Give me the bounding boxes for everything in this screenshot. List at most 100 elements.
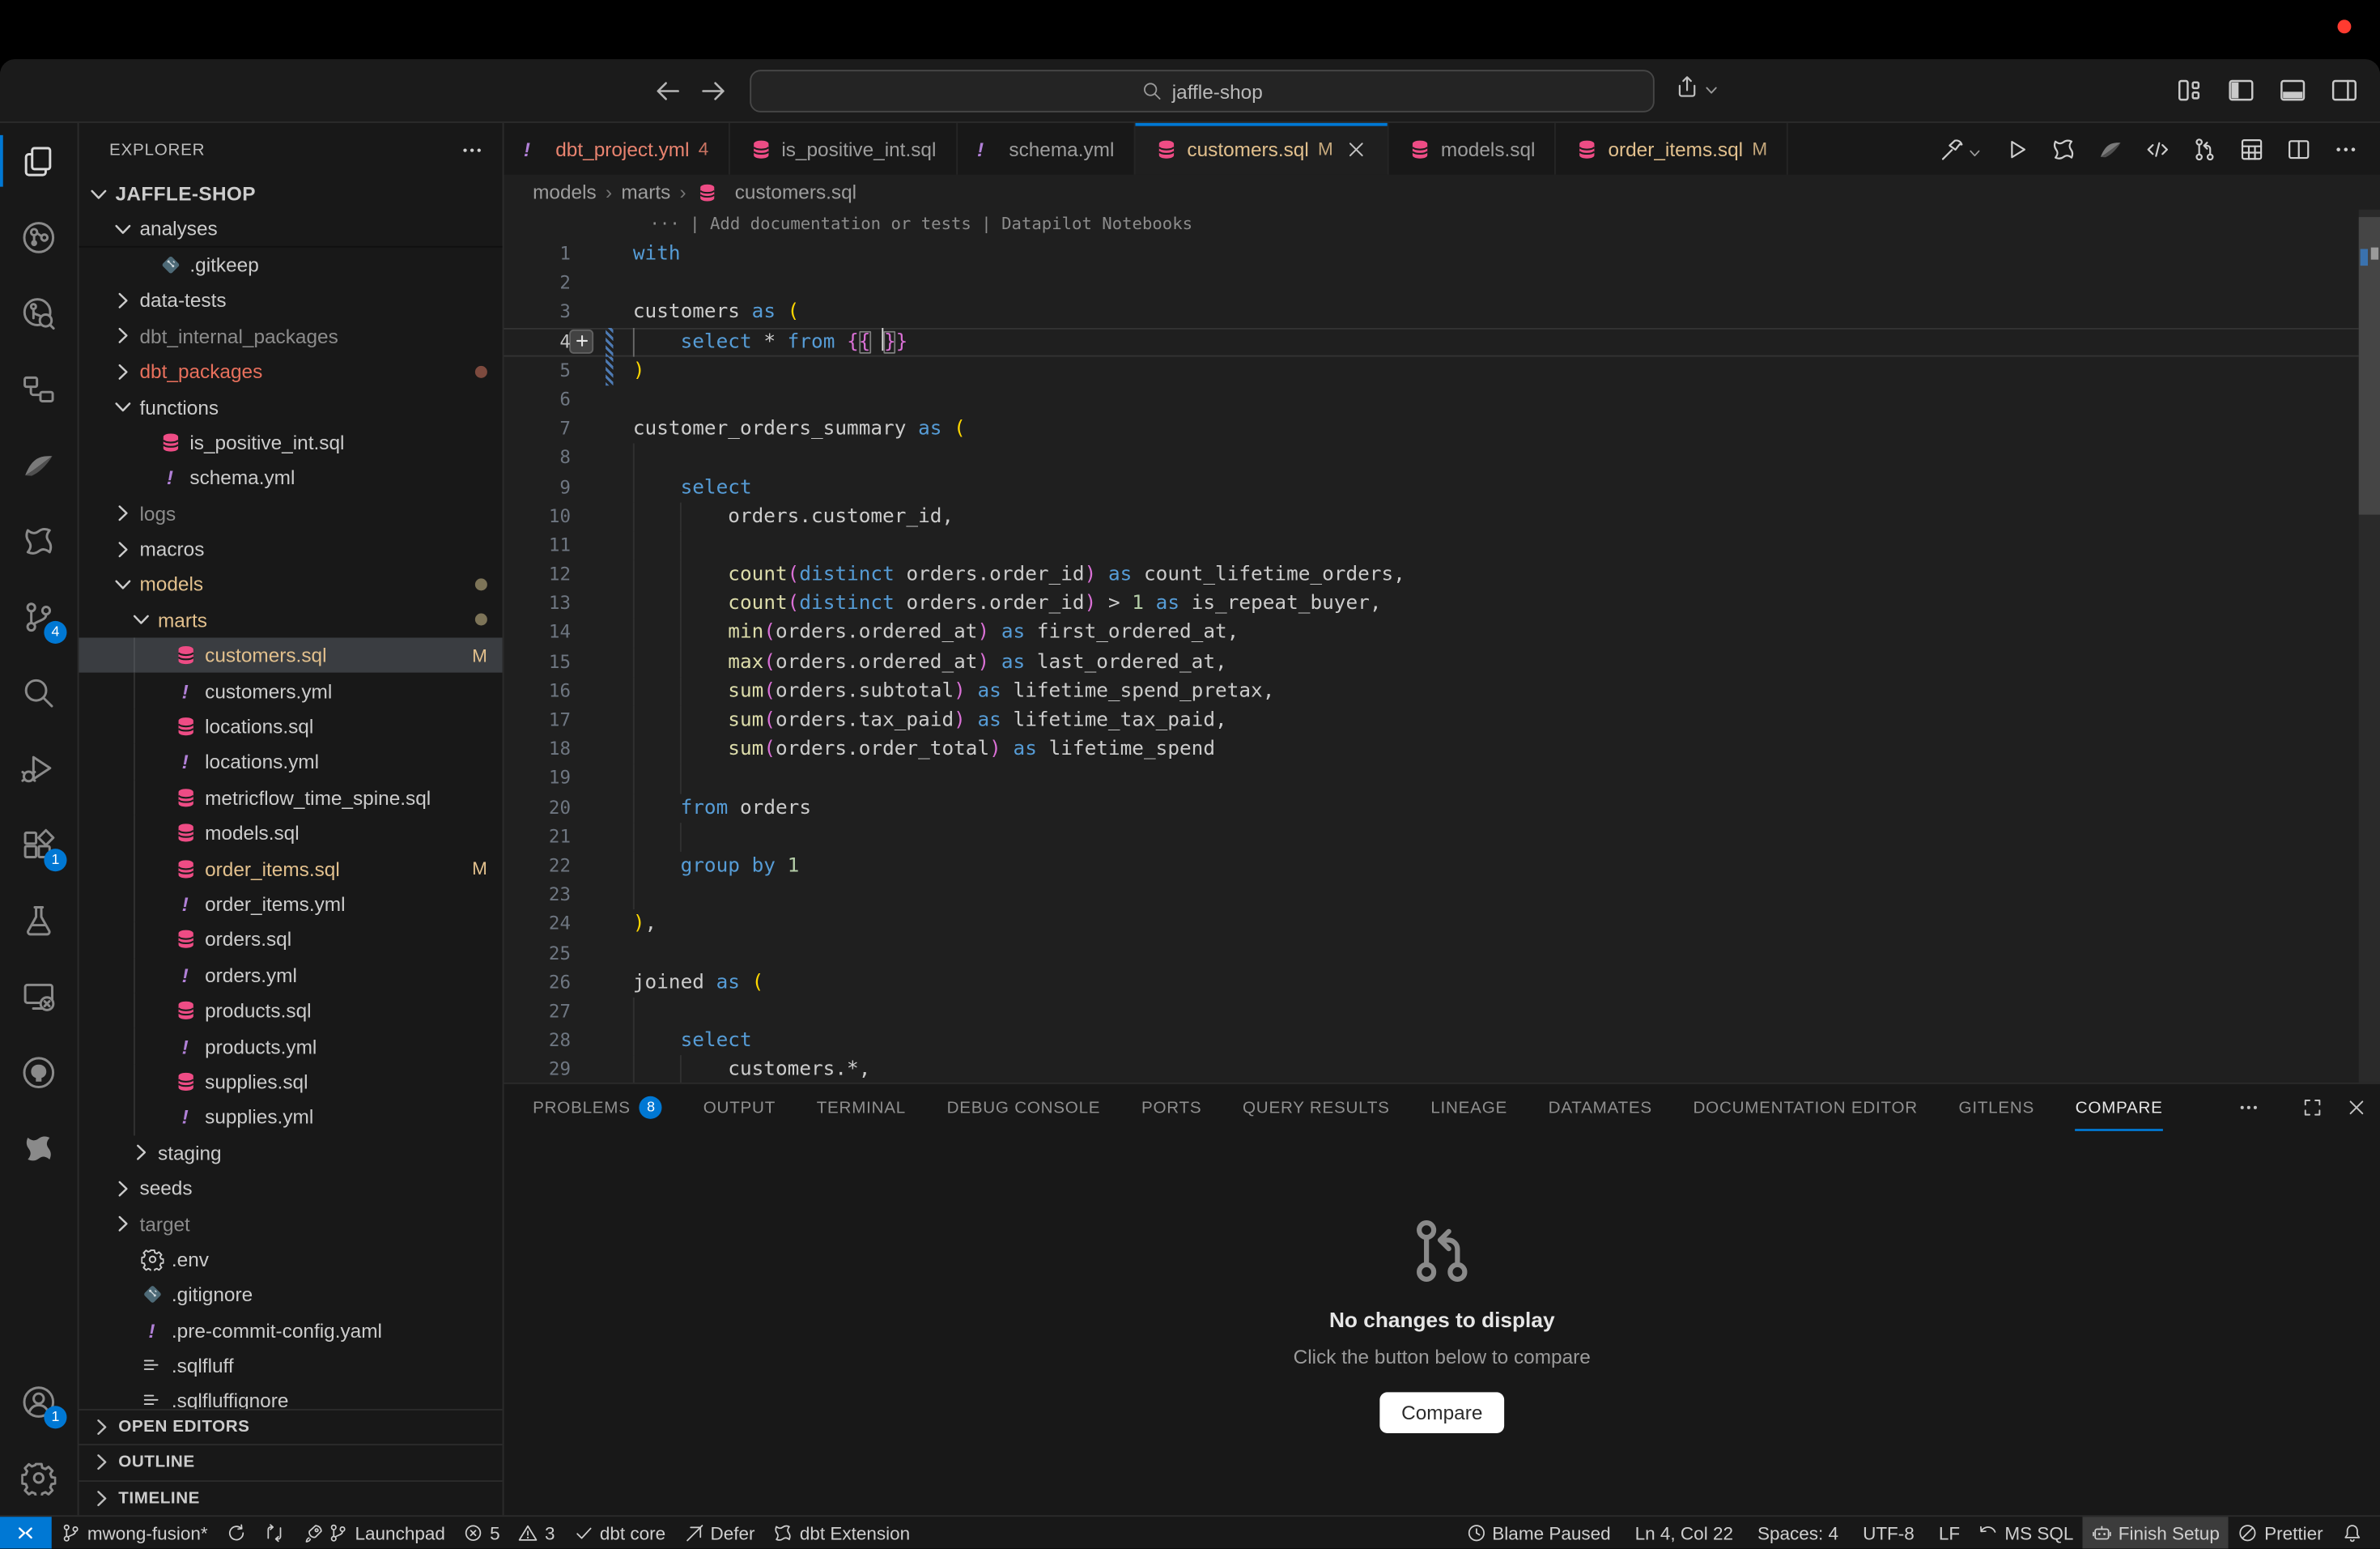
- forward-button[interactable]: [699, 76, 729, 107]
- tree-item[interactable]: ! orders.yml: [79, 957, 503, 993]
- panel-tab[interactable]: QUERY RESULTS: [1243, 1084, 1390, 1131]
- tree-item[interactable]: customers.sql M: [79, 638, 503, 674]
- compare-button[interactable]: Compare: [1380, 1391, 1504, 1432]
- tree-item[interactable]: JAFFLE-SHOP: [79, 177, 503, 212]
- tree-item[interactable]: dbt_packages: [79, 354, 503, 389]
- sync-status[interactable]: [217, 1517, 256, 1548]
- editor-tab[interactable]: models.sql: [1389, 123, 1557, 175]
- tree-item[interactable]: models: [79, 567, 503, 602]
- editor-scrollbar[interactable]: [2359, 210, 2380, 1083]
- tree-item[interactable]: dbt_internal_packages: [79, 318, 503, 354]
- warnings-status[interactable]: 3: [509, 1517, 564, 1548]
- tree-item[interactable]: ! locations.yml: [79, 744, 503, 780]
- notifications[interactable]: [2332, 1517, 2371, 1548]
- back-button[interactable]: [652, 76, 683, 107]
- tree-item[interactable]: staging: [79, 1135, 503, 1171]
- customize-layout-icon[interactable]: [2175, 76, 2204, 105]
- sidebar-more-actions[interactable]: [460, 138, 484, 162]
- activity-settings[interactable]: [0, 1440, 78, 1516]
- codelens-actions[interactable]: ··· | Add documentation or tests | Datap…: [650, 214, 1193, 233]
- run-action[interactable]: [2004, 136, 2029, 162]
- breadcrumb-file[interactable]: customers.sql: [695, 180, 856, 204]
- errors-status[interactable]: 5: [454, 1517, 509, 1548]
- panel-tab[interactable]: PORTS: [1141, 1084, 1201, 1131]
- tree-item[interactable]: metricflow_time_spine.sql: [79, 780, 503, 815]
- tree-item[interactable]: target: [79, 1206, 503, 1241]
- sidebar-section-header[interactable]: TIMELINE: [79, 1479, 503, 1515]
- tree-item[interactable]: ! .pre-commit-config.yaml: [79, 1313, 503, 1348]
- tree-item[interactable]: ! schema.yml: [79, 460, 503, 496]
- compare-status[interactable]: [256, 1517, 295, 1548]
- tree-item[interactable]: products.sql: [79, 993, 503, 1028]
- panel-tab[interactable]: DEBUG CONSOLE: [947, 1084, 1101, 1131]
- code-editor[interactable]: ··· | Add documentation or tests | Datap…: [504, 210, 2380, 1083]
- editor-tab[interactable]: order_items.sql M: [1557, 123, 1789, 175]
- language-mode[interactable]: MS SQL: [1969, 1517, 2082, 1548]
- command-center-search[interactable]: jaffle-shop: [750, 70, 1655, 113]
- breadcrumb-part[interactable]: marts ›: [621, 181, 686, 203]
- panel-tab[interactable]: TERMINAL: [817, 1084, 906, 1131]
- close-panel-icon[interactable]: [2345, 1096, 2368, 1119]
- activity-github[interactable]: [0, 1034, 78, 1110]
- panel-more-tabs[interactable]: [2238, 1096, 2260, 1119]
- tree-item[interactable]: logs: [79, 496, 503, 531]
- compiled-code-action[interactable]: [2144, 136, 2170, 162]
- panel-tab[interactable]: PROBLEMS 8: [533, 1084, 662, 1131]
- tree-item[interactable]: data-tests: [79, 283, 503, 318]
- activity-extensions[interactable]: 1: [0, 806, 78, 883]
- tree-item[interactable]: ! order_items.yml: [79, 887, 503, 922]
- tree-item[interactable]: analyses: [79, 211, 503, 247]
- activity-testing[interactable]: [0, 882, 78, 958]
- panel-tab[interactable]: COMPARE: [2076, 1084, 2163, 1131]
- remote-indicator[interactable]: [0, 1517, 52, 1548]
- prettier-status[interactable]: Prettier: [2229, 1517, 2332, 1548]
- activity-accounts[interactable]: 1: [0, 1364, 78, 1440]
- tree-item[interactable]: orders.sql: [79, 922, 503, 958]
- activity-source-control[interactable]: 4: [0, 578, 78, 654]
- launchpad-status[interactable]: Launchpad: [295, 1517, 455, 1548]
- defer-status[interactable]: Defer: [674, 1517, 763, 1548]
- editor-tab[interactable]: ! schema.yml: [958, 123, 1136, 175]
- tree-item[interactable]: ! customers.yml: [79, 674, 503, 709]
- editor-tab[interactable]: customers.sql M: [1136, 123, 1390, 175]
- tree-item[interactable]: seeds: [79, 1171, 503, 1206]
- indentation[interactable]: Spaces: 4: [1742, 1517, 1847, 1548]
- sidebar-section-header[interactable]: OUTLINE: [79, 1445, 503, 1480]
- toggle-panel-icon[interactable]: [2278, 76, 2307, 105]
- share-button[interactable]: [1674, 74, 1719, 100]
- query-results-action[interactable]: [2239, 136, 2265, 162]
- activity-dbt-x[interactable]: [0, 1110, 78, 1186]
- tree-item[interactable]: locations.sql: [79, 709, 503, 744]
- panel-tab[interactable]: DOCUMENTATION EDITOR: [1694, 1084, 1918, 1131]
- activity-lineage[interactable]: [0, 351, 78, 427]
- build-action[interactable]: [1940, 136, 1983, 162]
- activity-dbt[interactable]: [0, 427, 78, 503]
- add-block-button[interactable]: [569, 329, 593, 353]
- eol[interactable]: LF: [1923, 1517, 1969, 1548]
- blame-status[interactable]: Blame Paused: [1456, 1517, 1620, 1548]
- panel-tab[interactable]: LINEAGE: [1430, 1084, 1507, 1131]
- activity-explorer[interactable]: [0, 123, 78, 199]
- tree-item[interactable]: models.sql: [79, 815, 503, 851]
- split-editor-action[interactable]: [2286, 136, 2312, 162]
- tree-item[interactable]: order_items.sql M: [79, 851, 503, 887]
- breadcrumb-part[interactable]: models ›: [533, 181, 612, 203]
- tree-item[interactable]: .gitignore: [79, 1277, 503, 1313]
- dbt-action[interactable]: [2097, 136, 2123, 162]
- finish-setup[interactable]: Finish Setup: [2083, 1517, 2229, 1548]
- maximize-panel-icon[interactable]: [2301, 1096, 2323, 1119]
- branch-status[interactable]: mwong-fusion*: [52, 1517, 217, 1548]
- tree-item[interactable]: .sqlfluff: [79, 1348, 503, 1384]
- toggle-secondary-sidebar-icon[interactable]: [2330, 76, 2359, 105]
- editor-tab[interactable]: is_positive_int.sql: [730, 123, 958, 175]
- tree-item[interactable]: functions: [79, 389, 503, 425]
- cursor-position[interactable]: Ln 4, Col 22: [1620, 1517, 1742, 1548]
- encoding[interactable]: UTF-8: [1847, 1517, 1923, 1548]
- tree-item[interactable]: supplies.sql: [79, 1064, 503, 1100]
- activity-source-control-graph[interactable]: [0, 199, 78, 275]
- more-actions[interactable]: [2333, 136, 2359, 162]
- tree-item[interactable]: .gitkeep: [79, 247, 503, 283]
- close-tab-icon[interactable]: [1345, 138, 1368, 160]
- panel-tab[interactable]: DATAMATES: [1549, 1084, 1652, 1131]
- sidebar-section-header[interactable]: OPEN EDITORS: [79, 1409, 503, 1445]
